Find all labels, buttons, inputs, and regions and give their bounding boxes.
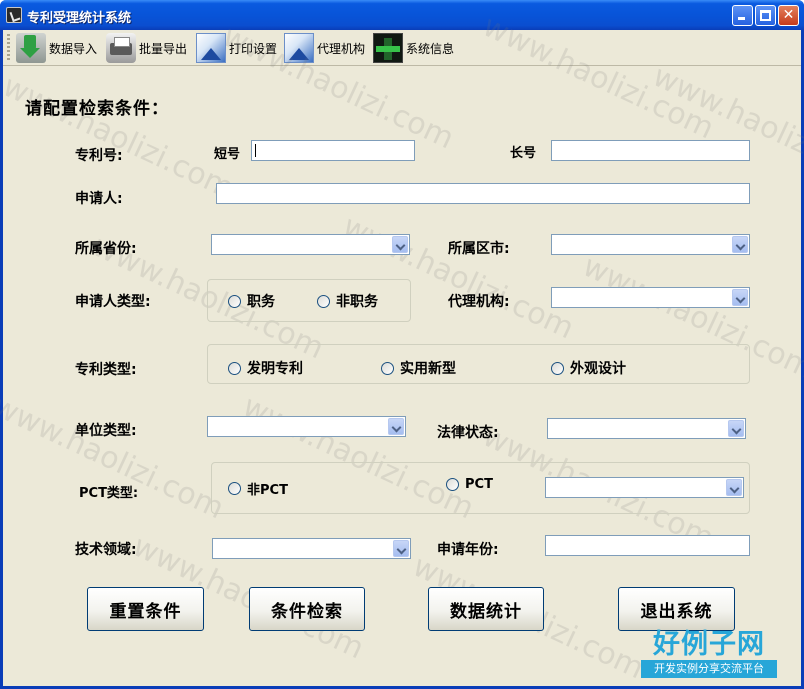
city-label: 所属区市: [448, 241, 510, 257]
radio-non-pct[interactable]: 非PCT [228, 479, 288, 498]
radio-invention[interactable]: 发明专利 [228, 358, 303, 378]
radio-circle-icon [446, 478, 459, 491]
radio-circle-icon [228, 361, 241, 375]
unit-type-label: 单位类型: [75, 423, 137, 439]
apply-year-label: 申请年份: [437, 542, 499, 558]
toolbar-grip[interactable] [7, 34, 10, 62]
legal-status-select[interactable] [547, 418, 746, 439]
chevron-down-icon[interactable] [728, 420, 744, 437]
title-bar[interactable]: 专利受理统计系统 ✕ [0, 0, 804, 30]
apply-year-input[interactable] [545, 535, 750, 556]
chevron-down-icon[interactable] [726, 479, 742, 496]
pct-select[interactable] [545, 477, 744, 498]
toolbar-agency-label: 代理机构 [317, 41, 366, 56]
maximize-button[interactable] [755, 5, 776, 26]
radio-circle-icon [228, 294, 241, 308]
radio-circle-icon [381, 361, 394, 375]
brand-logo-main: 好例子网 [653, 629, 765, 660]
tech-field-select[interactable] [212, 538, 411, 559]
watermark: www.haolizi.com [647, 58, 804, 197]
toolbar: 数据导入 批量导出 打印设置 代理机构 系统信息 [3, 30, 801, 66]
radio-utility-model-label: 实用新型 [400, 361, 456, 377]
toolbar-export-label: 批量导出 [139, 41, 188, 56]
legal-status-label: 法律状态: [437, 425, 499, 441]
radio-circle-icon [228, 482, 241, 495]
radio-pct[interactable]: PCT [446, 477, 493, 492]
toolbar-import-label: 数据导入 [49, 41, 98, 56]
radio-circle-icon [317, 294, 330, 308]
patent-no-label: 专利号: [75, 148, 123, 164]
long-no-label: 长号 [510, 146, 537, 161]
province-select[interactable] [211, 234, 410, 255]
stats-button[interactable]: 数据统计 [428, 587, 544, 631]
chevron-down-icon[interactable] [392, 236, 408, 253]
radio-non-pct-label: 非PCT [247, 483, 288, 498]
reset-button[interactable]: 重置条件 [87, 587, 204, 631]
close-icon: ✕ [782, 7, 795, 23]
agency-icon [284, 33, 314, 63]
minimize-icon [738, 17, 745, 20]
print-icon [196, 33, 226, 63]
applicant-label: 申请人: [75, 191, 123, 207]
close-button[interactable]: ✕ [778, 5, 799, 26]
toolbar-export-button[interactable]: 批量导出 [106, 32, 187, 64]
radio-design[interactable]: 外观设计 [551, 358, 626, 378]
province-label: 所属省份: [75, 241, 137, 257]
chevron-down-icon[interactable] [388, 418, 404, 435]
system-info-icon [373, 33, 403, 63]
applicant-type-label: 申请人类型: [75, 294, 151, 310]
agency-select[interactable] [551, 287, 750, 308]
radio-circle-icon [551, 361, 564, 375]
brand-logo-sub: 开发实例分享交流平台 [641, 660, 777, 678]
city-select[interactable] [551, 234, 750, 255]
export-icon [106, 33, 136, 63]
chevron-down-icon[interactable] [732, 289, 748, 306]
applicant-input[interactable] [216, 183, 750, 204]
agency-label: 代理机构: [448, 294, 510, 310]
text-caret [255, 144, 256, 157]
app-window: 专利受理统计系统 ✕ 数据导入 批量导出 打印设置 代理机构 系统信息 www.… [0, 0, 804, 689]
radio-non-duty-label: 非职务 [336, 294, 378, 310]
chevron-down-icon[interactable] [732, 236, 748, 253]
radio-non-duty[interactable]: 非职务 [317, 291, 378, 311]
import-icon [16, 33, 46, 63]
brand-logo: 好例子网 开发实例分享交流平台 [639, 622, 779, 680]
toolbar-import-button[interactable]: 数据导入 [16, 32, 97, 64]
radio-duty[interactable]: 职务 [228, 291, 275, 311]
search-button[interactable]: 条件检索 [249, 587, 365, 631]
toolbar-print-button[interactable]: 打印设置 [196, 32, 277, 64]
watermark: www.haolizi.com [0, 388, 230, 527]
minimize-button[interactable] [732, 5, 753, 26]
radio-invention-label: 发明专利 [247, 361, 303, 377]
long-no-input[interactable] [551, 140, 750, 161]
radio-pct-label: PCT [465, 477, 493, 492]
short-no-label: 短号 [214, 147, 241, 162]
toolbar-system-info-label: 系统信息 [406, 41, 455, 56]
radio-utility-model[interactable]: 实用新型 [381, 358, 456, 378]
toolbar-system-info-button[interactable]: 系统信息 [373, 32, 454, 64]
watermark: www.haolizi.com [337, 208, 580, 347]
chevron-down-icon[interactable] [393, 540, 409, 557]
short-no-input[interactable] [251, 140, 415, 161]
app-icon[interactable] [6, 7, 22, 23]
form-heading: 请配置检索条件： [25, 99, 169, 119]
unit-type-select[interactable] [207, 416, 406, 437]
window-title: 专利受理统计系统 [27, 11, 132, 26]
toolbar-print-label: 打印设置 [229, 41, 278, 56]
radio-duty-label: 职务 [247, 294, 275, 310]
maximize-icon [760, 10, 771, 21]
radio-design-label: 外观设计 [570, 361, 626, 377]
toolbar-agency-button[interactable]: 代理机构 [284, 32, 365, 64]
tech-field-label: 技术领域: [75, 542, 137, 558]
patent-type-label: 专利类型: [75, 362, 137, 378]
pct-type-label: PCT类型: [79, 486, 139, 501]
watermark: www.haolizi.com [0, 68, 240, 207]
